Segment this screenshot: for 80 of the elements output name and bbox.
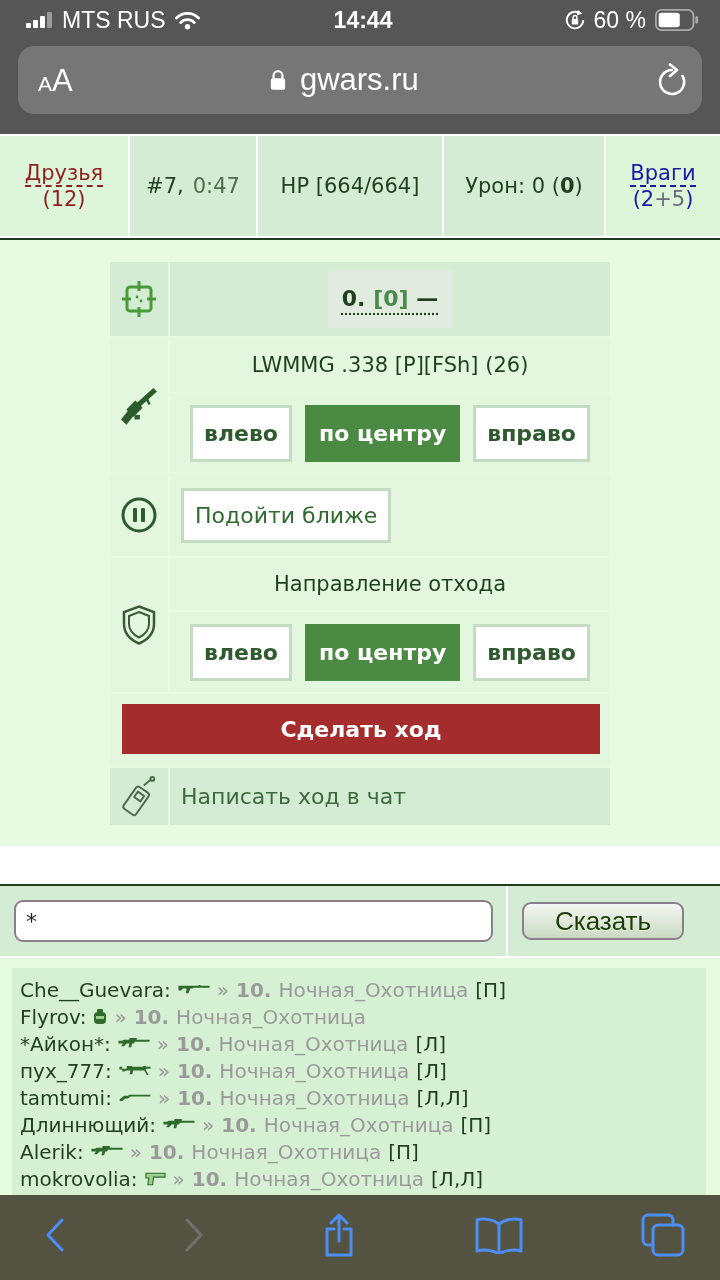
direction-mark: » [157,1085,171,1110]
back-icon[interactable] [45,1217,65,1252]
round-number: #7, [146,174,184,198]
enemy-count: (2+5) [632,187,694,212]
aim-tag: [Л] [416,1058,447,1083]
crosshair-icon [122,281,156,317]
target-number: 10. [148,1139,185,1164]
direction-mark: » [157,1058,170,1083]
player-name[interactable]: Длиннющий: [20,1112,156,1137]
friends-count: (12) [42,187,86,212]
target-number: 10. [191,1166,228,1191]
aim-option[interactable]: вправо [473,404,590,462]
direction-mark: » [114,1004,127,1029]
pistol-icon [144,1171,166,1186]
direction-mark: » [201,1112,215,1137]
clock: 14:44 [333,6,393,34]
friends-link[interactable]: Друзья [24,160,104,188]
lock-icon [269,69,286,91]
battery-percent: 60 % [593,6,646,34]
url-text: gwars.ru [299,62,419,98]
player-name[interactable]: Flyrov: [20,1004,87,1029]
direction-mark: » [129,1139,142,1164]
tabs-icon[interactable] [641,1212,685,1257]
machine-gun-icon [121,385,157,425]
target-number: 10. [133,1004,170,1029]
make-move-button[interactable]: Сделать ход [122,704,600,754]
target-number: 10. [236,977,272,1002]
aim-tag: [Л,Л] [416,1085,469,1110]
retreat-option[interactable]: по центру [305,623,461,681]
target-select[interactable]: 0. [0] — [327,270,453,328]
damage-value: Урон: 0 (0) [465,174,583,198]
rifle-icon [90,1146,123,1157]
turn-timer: 0:47 [192,174,240,198]
book-icon[interactable] [474,1215,523,1254]
aim-option[interactable]: влево [190,404,292,462]
aim-tag: [Л,Л] [431,1166,484,1191]
retreat-title: Направление отхода [274,572,506,596]
target-number: 10. [177,1085,213,1110]
carrier-name: MTS RUS [62,6,166,34]
target-number: 10. [221,1112,257,1137]
rotation-lock-icon [563,9,586,31]
machine-gun-icon [118,1065,151,1076]
player-name[interactable]: mokrovolia: [20,1166,138,1191]
retreat-option[interactable]: влево [190,623,292,681]
direction-mark: » [216,977,229,1002]
enemies-link[interactable]: Враги [630,160,696,188]
battery-icon [654,9,700,31]
rifle-icon [162,1119,195,1130]
say-button[interactable]: Сказать [522,902,684,940]
hp-value: HP [664/664] [280,174,420,198]
aim-tag: [П] [460,1112,492,1137]
text-size-button[interactable]: AA [38,64,73,96]
chat-move-link[interactable]: Написать ход в чат [181,784,406,809]
rifle-icon [177,984,210,995]
pause-icon [121,497,157,533]
aim-tag: [П] [475,977,506,1002]
wifi-icon [173,10,201,30]
chat-input[interactable]: * [14,900,493,942]
target-number: 10. [176,1058,213,1083]
shotgun-icon [118,1093,151,1102]
grenade-icon [93,1008,108,1025]
player-name[interactable]: Alerik: [20,1139,84,1164]
aim-option[interactable]: по центру [305,404,461,462]
aim-tag: [Л] [415,1031,447,1056]
target-number: 10. [176,1031,212,1056]
signal-icon [26,12,54,28]
address-bar[interactable]: AA gwars.ru [18,46,702,114]
direction-mark: » [156,1031,170,1056]
player-name[interactable]: *Айкон*: [20,1031,111,1056]
player-name[interactable]: tamtumi: [20,1085,112,1110]
player-name[interactable]: Che__Guevara: [20,977,171,1002]
reload-icon[interactable] [656,63,688,97]
direction-mark: » [172,1166,185,1191]
player-name[interactable]: пух_777: [20,1058,112,1083]
aim-tag: [П] [388,1139,419,1164]
weapon-name: LWMMG .338 [P][FSh] (26) [251,353,529,377]
approach-button[interactable]: Подойти ближе [181,487,392,543]
retreat-option[interactable]: вправо [473,623,590,681]
shield-icon [122,605,156,645]
rifle-icon [117,1038,150,1049]
